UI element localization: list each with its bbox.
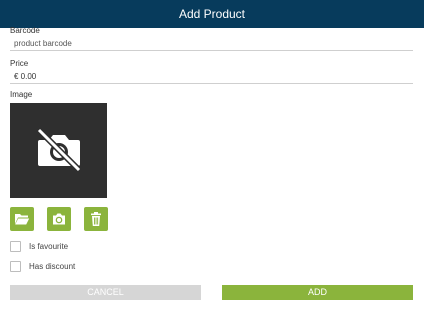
- trash-icon: [91, 212, 101, 226]
- image-label: Image: [10, 90, 33, 99]
- delete-image-button[interactable]: [84, 207, 108, 231]
- open-folder-button[interactable]: [10, 207, 34, 231]
- dialog-title: Add Product: [0, 0, 424, 28]
- price-label: Price: [10, 59, 29, 68]
- add-button[interactable]: ADD: [222, 285, 413, 300]
- discount-label: Has discount: [29, 261, 76, 271]
- favourite-label: Is favourite: [29, 241, 69, 251]
- camera-icon: [53, 213, 65, 225]
- barcode-input[interactable]: [10, 37, 413, 51]
- barcode-label: Barcode: [10, 26, 40, 35]
- price-input[interactable]: [10, 70, 413, 84]
- discount-row: Has discount: [10, 260, 75, 272]
- take-photo-button[interactable]: [47, 207, 71, 231]
- cancel-button[interactable]: CANCEL: [10, 285, 201, 300]
- discount-checkbox[interactable]: [10, 260, 21, 272]
- favourite-row: Is favourite: [10, 240, 68, 252]
- image-preview: [10, 103, 107, 198]
- no-photo-icon: [36, 127, 82, 173]
- favourite-checkbox[interactable]: [10, 240, 21, 252]
- folder-open-icon: [15, 214, 30, 225]
